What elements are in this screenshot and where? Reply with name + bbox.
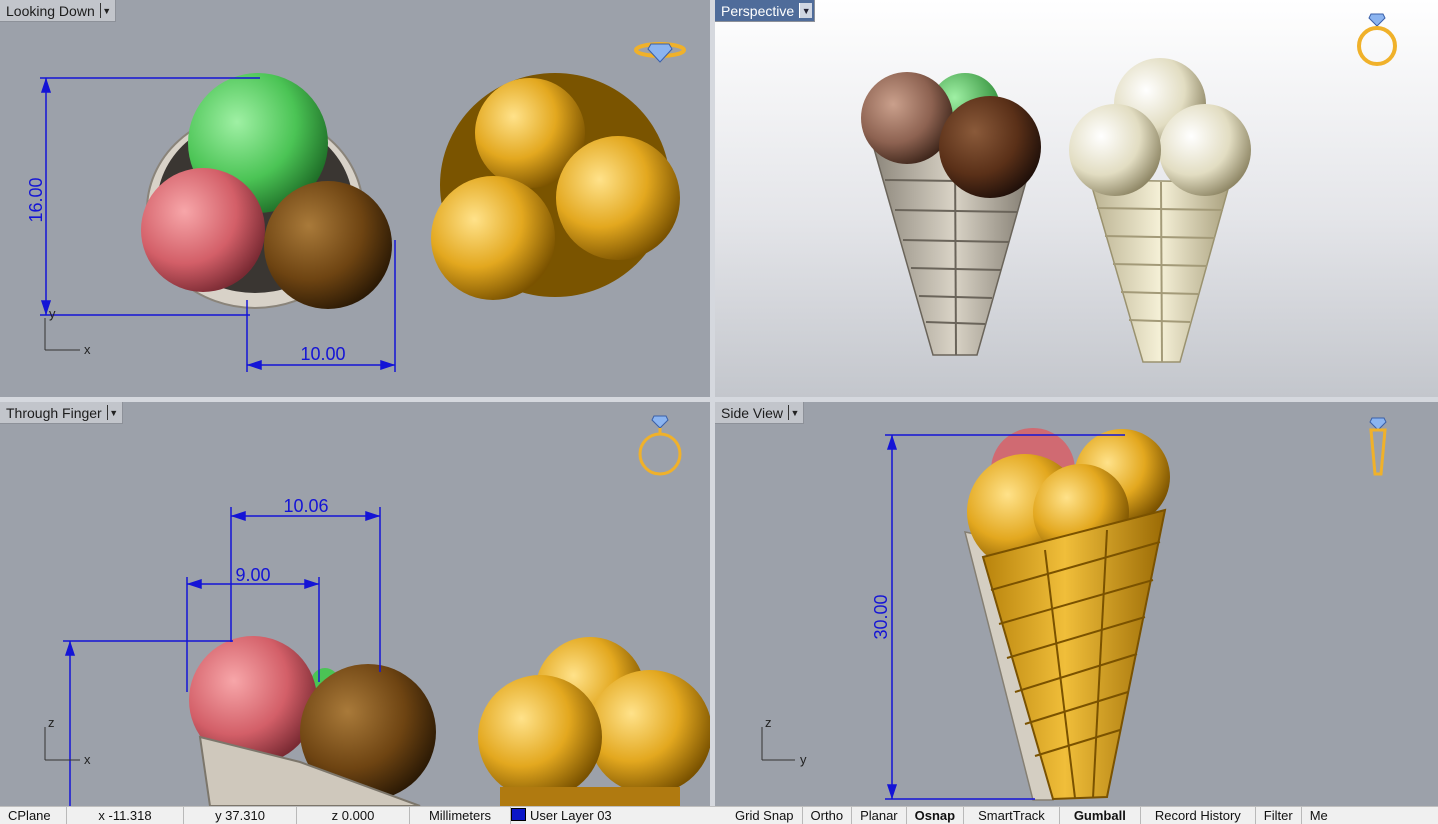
- dim-label-10-06: 10.06: [283, 496, 328, 516]
- ring-front-icon[interactable]: [1357, 13, 1397, 66]
- gold-scoop-3[interactable]: [431, 176, 555, 300]
- chevron-down-icon[interactable]: ▼: [99, 3, 113, 18]
- coord-y: y 37.310: [184, 807, 297, 824]
- cone-gold[interactable]: [981, 508, 1167, 801]
- scoop-chocolate-persp[interactable]: [939, 96, 1041, 198]
- scoop-pink[interactable]: [141, 168, 265, 292]
- axis-label-x: x: [84, 752, 91, 767]
- toggle-more[interactable]: Me: [1302, 807, 1336, 824]
- toggle-grid-snap[interactable]: Grid Snap: [727, 807, 803, 824]
- looking-down-canvas[interactable]: 16.00 10.00 y x: [0, 0, 710, 397]
- cplane-indicator[interactable]: CPlane: [0, 807, 67, 824]
- gold-scoop-2[interactable]: [556, 136, 680, 260]
- toggle-ortho[interactable]: Ortho: [803, 807, 853, 824]
- viewport-tab-looking-down[interactable]: Looking Down ▼: [0, 0, 116, 22]
- viewport-label: Side View: [721, 404, 784, 421]
- units-display[interactable]: Millimeters: [410, 807, 511, 824]
- toggle-record-history[interactable]: Record History: [1141, 807, 1256, 824]
- viewport-tab-through-finger[interactable]: Through Finger ▼: [0, 402, 123, 424]
- viewport-label: Through Finger: [6, 404, 102, 421]
- perspective-canvas[interactable]: [715, 0, 1438, 397]
- ring-side-icon[interactable]: [1369, 417, 1387, 476]
- side-view-canvas[interactable]: 30.00 z y: [715, 402, 1438, 806]
- toggle-planar[interactable]: Planar: [852, 807, 907, 824]
- axis-label-x: x: [84, 342, 91, 357]
- through-finger-canvas[interactable]: 10.06 9.00 z x: [0, 402, 710, 806]
- viewport-through-finger[interactable]: 10.06 9.00 z x Through Finger ▼: [0, 402, 710, 806]
- viewport-looking-down[interactable]: 16.00 10.00 y x Looking Down ▼: [0, 0, 710, 397]
- toggle-filter[interactable]: Filter: [1256, 807, 1302, 824]
- toggle-gumball[interactable]: Gumball: [1060, 807, 1141, 824]
- axis-triad: [44, 727, 80, 761]
- axis-label-y: y: [49, 306, 56, 321]
- silver-scoop-2[interactable]: [1159, 104, 1251, 196]
- viewport-divider-horizontal[interactable]: [0, 397, 1438, 402]
- chevron-down-icon[interactable]: ▼: [106, 405, 120, 420]
- silver-scoop-3[interactable]: [1069, 104, 1161, 196]
- axis-label-y: y: [800, 752, 807, 767]
- axis-label-z: z: [48, 715, 55, 730]
- scoop-chocolate[interactable]: [264, 181, 392, 309]
- chevron-down-icon[interactable]: ▼: [799, 3, 813, 18]
- viewport-side-view[interactable]: 30.00 z y Side View ▼: [715, 402, 1438, 806]
- layer-selector[interactable]: User Layer 03: [511, 807, 727, 824]
- axis-label-z: z: [765, 715, 772, 730]
- viewport-divider-vertical[interactable]: [710, 0, 715, 806]
- ring-gem-icon[interactable]: [634, 42, 686, 63]
- viewport-label: Looking Down: [6, 2, 95, 19]
- axis-triad: [761, 727, 795, 761]
- dim-label-9-00: 9.00: [235, 565, 270, 585]
- ring-front-icon[interactable]: [638, 415, 682, 476]
- toggle-osnap[interactable]: Osnap: [907, 807, 965, 824]
- layer-name: User Layer 03: [530, 808, 612, 823]
- toggle-smarttrack[interactable]: SmartTrack: [964, 807, 1060, 824]
- status-bar: CPlane x -11.318 y 37.310 z 0.000 Millim…: [0, 806, 1438, 824]
- dim-label-10: 10.00: [300, 344, 345, 364]
- viewport-tab-perspective[interactable]: Perspective ▼: [715, 0, 816, 22]
- chevron-down-icon[interactable]: ▼: [788, 405, 801, 420]
- coord-x: x -11.318: [67, 807, 184, 824]
- gold-cup-side: [500, 787, 680, 806]
- viewport-perspective[interactable]: Perspective ▼: [715, 0, 1438, 397]
- layer-color-swatch: [511, 808, 526, 821]
- coord-z: z 0.000: [297, 807, 410, 824]
- viewport-label: Perspective: [721, 2, 795, 19]
- dim-label-30-00: 30.00: [871, 594, 891, 639]
- gold-scoop-side-3[interactable]: [478, 675, 602, 799]
- dim-label-16: 16.00: [26, 177, 46, 222]
- viewport-tab-side-view[interactable]: Side View ▼: [715, 402, 805, 424]
- gold-scoop-side-2[interactable]: [588, 670, 710, 794]
- axis-triad: [44, 318, 80, 351]
